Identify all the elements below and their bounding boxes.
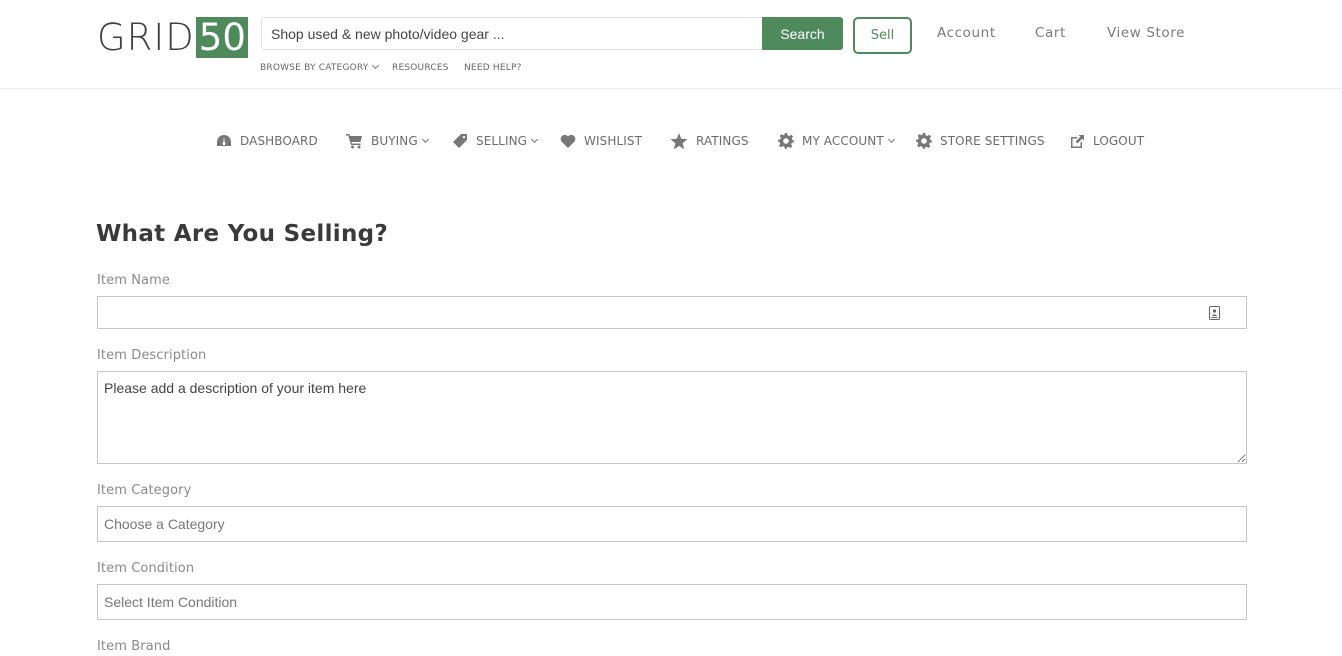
dashboard-gauge-icon bbox=[217, 135, 231, 146]
star-icon bbox=[670, 132, 688, 149]
item-category-label: Item Category bbox=[97, 483, 192, 498]
nav-selling-label: SELLING bbox=[476, 134, 528, 148]
item-description-textarea[interactable] bbox=[97, 371, 1247, 464]
nav-store-settings[interactable]: STORE SETTINGS bbox=[916, 130, 1045, 152]
grid50-logo[interactable]: GRID 50 bbox=[97, 17, 248, 58]
chevron-down-icon bbox=[887, 135, 895, 143]
nav-buying[interactable]: BUYING bbox=[346, 130, 429, 152]
contact-card-autofill-icon[interactable] bbox=[1209, 306, 1220, 320]
resources-link[interactable]: RESOURCES bbox=[392, 63, 449, 73]
browse-by-category-label: BROWSE BY CATEGORY bbox=[260, 63, 369, 73]
item-category-select[interactable]: Choose a Category bbox=[97, 506, 1247, 542]
item-condition-label: Item Condition bbox=[97, 561, 195, 576]
chevron-down-icon bbox=[421, 135, 429, 143]
item-name-input[interactable] bbox=[97, 296, 1247, 329]
item-brand-label: Item Brand bbox=[97, 639, 171, 654]
gear-icon bbox=[778, 133, 794, 149]
logo-number: 50 bbox=[195, 17, 248, 58]
nav-dashboard[interactable]: DASHBOARD bbox=[216, 130, 318, 152]
search-input[interactable] bbox=[261, 17, 763, 50]
sell-button[interactable]: Sell bbox=[853, 17, 912, 54]
need-help-link[interactable]: NEED HELP? bbox=[464, 63, 522, 73]
search-button[interactable]: Search bbox=[762, 17, 843, 50]
nav-ratings[interactable]: RATINGS bbox=[670, 130, 749, 152]
item-condition-selected-value: Select Item Condition bbox=[104, 594, 238, 610]
view-store-link[interactable]: View Store bbox=[1107, 25, 1185, 41]
nav-logout-label: LOGOUT bbox=[1093, 134, 1145, 148]
nav-buying-label: BUYING bbox=[371, 134, 418, 148]
nav-my-account-label: MY ACCOUNT bbox=[802, 134, 884, 148]
account-link[interactable]: Account bbox=[937, 25, 996, 41]
browse-by-category-menu[interactable]: BROWSE BY CATEGORY bbox=[260, 61, 380, 73]
item-description-label: Item Description bbox=[97, 348, 207, 363]
nav-my-account[interactable]: MY ACCOUNT bbox=[778, 130, 895, 152]
chevron-down-icon bbox=[531, 135, 539, 143]
item-name-label: Item Name bbox=[97, 273, 170, 288]
cart-link[interactable]: Cart bbox=[1035, 25, 1066, 41]
gear-icon bbox=[916, 133, 932, 149]
nav-selling[interactable]: SELLING bbox=[452, 130, 539, 152]
nav-wishlist-label: WISHLIST bbox=[584, 134, 643, 148]
nav-store-settings-label: STORE SETTINGS bbox=[940, 134, 1045, 148]
page-title: What Are You Selling? bbox=[96, 221, 389, 247]
site-header: GRID 50 Search Sell Account Cart View St… bbox=[0, 0, 1342, 89]
item-category-selected-value: Choose a Category bbox=[104, 516, 225, 532]
item-condition-select[interactable]: Select Item Condition bbox=[97, 584, 1247, 620]
nav-wishlist[interactable]: WISHLIST bbox=[560, 130, 642, 152]
nav-logout[interactable]: LOGOUT bbox=[1070, 130, 1144, 152]
nav-ratings-label: RATINGS bbox=[696, 134, 749, 148]
price-tag-icon bbox=[453, 134, 467, 148]
chevron-down-icon bbox=[372, 61, 380, 70]
external-link-icon bbox=[1071, 134, 1084, 148]
logo-word: GRID bbox=[97, 16, 195, 59]
heart-icon bbox=[560, 134, 576, 148]
shopping-cart-icon bbox=[346, 134, 362, 149]
nav-dashboard-label: DASHBOARD bbox=[240, 134, 318, 148]
